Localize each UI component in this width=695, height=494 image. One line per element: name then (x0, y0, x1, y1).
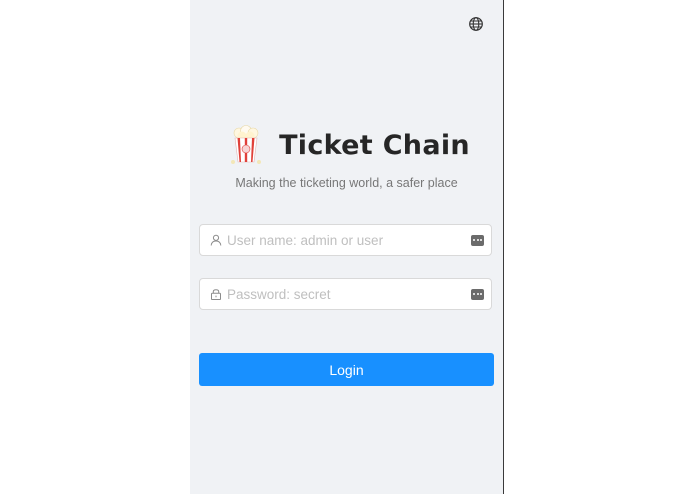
app-title: Ticket Chain (279, 129, 470, 161)
user-icon (210, 234, 222, 246)
brand-header: Ticket Chain (190, 125, 503, 165)
username-field[interactable] (199, 224, 492, 256)
username-input[interactable] (227, 226, 471, 254)
password-manager-icon[interactable] (471, 288, 484, 300)
password-field[interactable] (199, 278, 492, 310)
lock-icon (211, 289, 221, 300)
language-button[interactable] (468, 16, 484, 32)
popcorn-icon (231, 125, 262, 164)
login-screen: Ticket Chain Making the ticketing world,… (190, 0, 504, 494)
app-subtitle: Making the ticketing world, a safer plac… (235, 176, 458, 190)
password-manager-icon[interactable] (471, 234, 484, 246)
login-button[interactable]: Login (199, 353, 494, 386)
password-input[interactable] (227, 280, 471, 308)
globe-icon (469, 17, 483, 31)
